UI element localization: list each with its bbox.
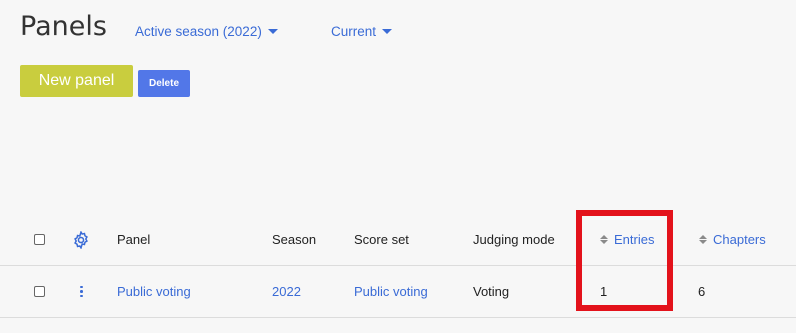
judging-mode-value: Voting <box>473 284 510 299</box>
column-header-score-set: Score set <box>354 232 409 247</box>
table-header-row: Panel Season Score set Judging mode Entr… <box>0 214 796 266</box>
chapters-value: 6 <box>698 284 706 299</box>
panels-table: Panel Season Score set Judging mode Entr… <box>0 214 796 318</box>
delete-button[interactable]: Delete <box>138 70 190 97</box>
chevron-down-icon <box>267 29 278 34</box>
status-filter-label: Current <box>331 24 377 39</box>
entries-value: 1 <box>600 284 608 299</box>
gear-icon[interactable] <box>72 230 90 249</box>
page-title: Panels <box>20 11 107 42</box>
panel-name-link[interactable]: Public voting <box>117 266 191 317</box>
table-row: Public voting 2022 Public voting Voting … <box>0 266 796 318</box>
season-link[interactable]: 2022 <box>272 266 301 317</box>
column-settings-cell <box>72 214 90 265</box>
sort-icon <box>600 235 608 244</box>
row-actions-cell <box>80 266 83 317</box>
panels-page: Panels Active season (2022) Current New … <box>0 0 796 333</box>
new-panel-button[interactable]: New panel <box>20 65 133 97</box>
select-all-cell <box>34 214 45 265</box>
score-set-link[interactable]: Public voting <box>354 266 428 317</box>
column-header-entries[interactable]: Entries <box>600 214 654 265</box>
season-filter-label: Active season (2022) <box>135 24 262 39</box>
row-checkbox[interactable] <box>34 286 45 297</box>
column-header-judging-mode: Judging mode <box>473 232 555 247</box>
chevron-down-icon <box>382 29 393 34</box>
column-header-panel: Panel <box>117 232 151 247</box>
sort-icon <box>699 235 707 244</box>
status-filter-dropdown[interactable]: Current <box>331 24 393 39</box>
more-vertical-icon[interactable] <box>80 285 83 298</box>
season-filter-dropdown[interactable]: Active season (2022) <box>135 24 278 39</box>
select-all-checkbox[interactable] <box>34 234 45 245</box>
row-select-cell <box>34 266 45 317</box>
column-header-entries-label: Entries <box>614 232 655 247</box>
column-header-season: Season <box>272 232 317 247</box>
column-header-chapters-label: Chapters <box>713 232 766 247</box>
column-header-chapters[interactable]: Chapters <box>699 214 766 265</box>
